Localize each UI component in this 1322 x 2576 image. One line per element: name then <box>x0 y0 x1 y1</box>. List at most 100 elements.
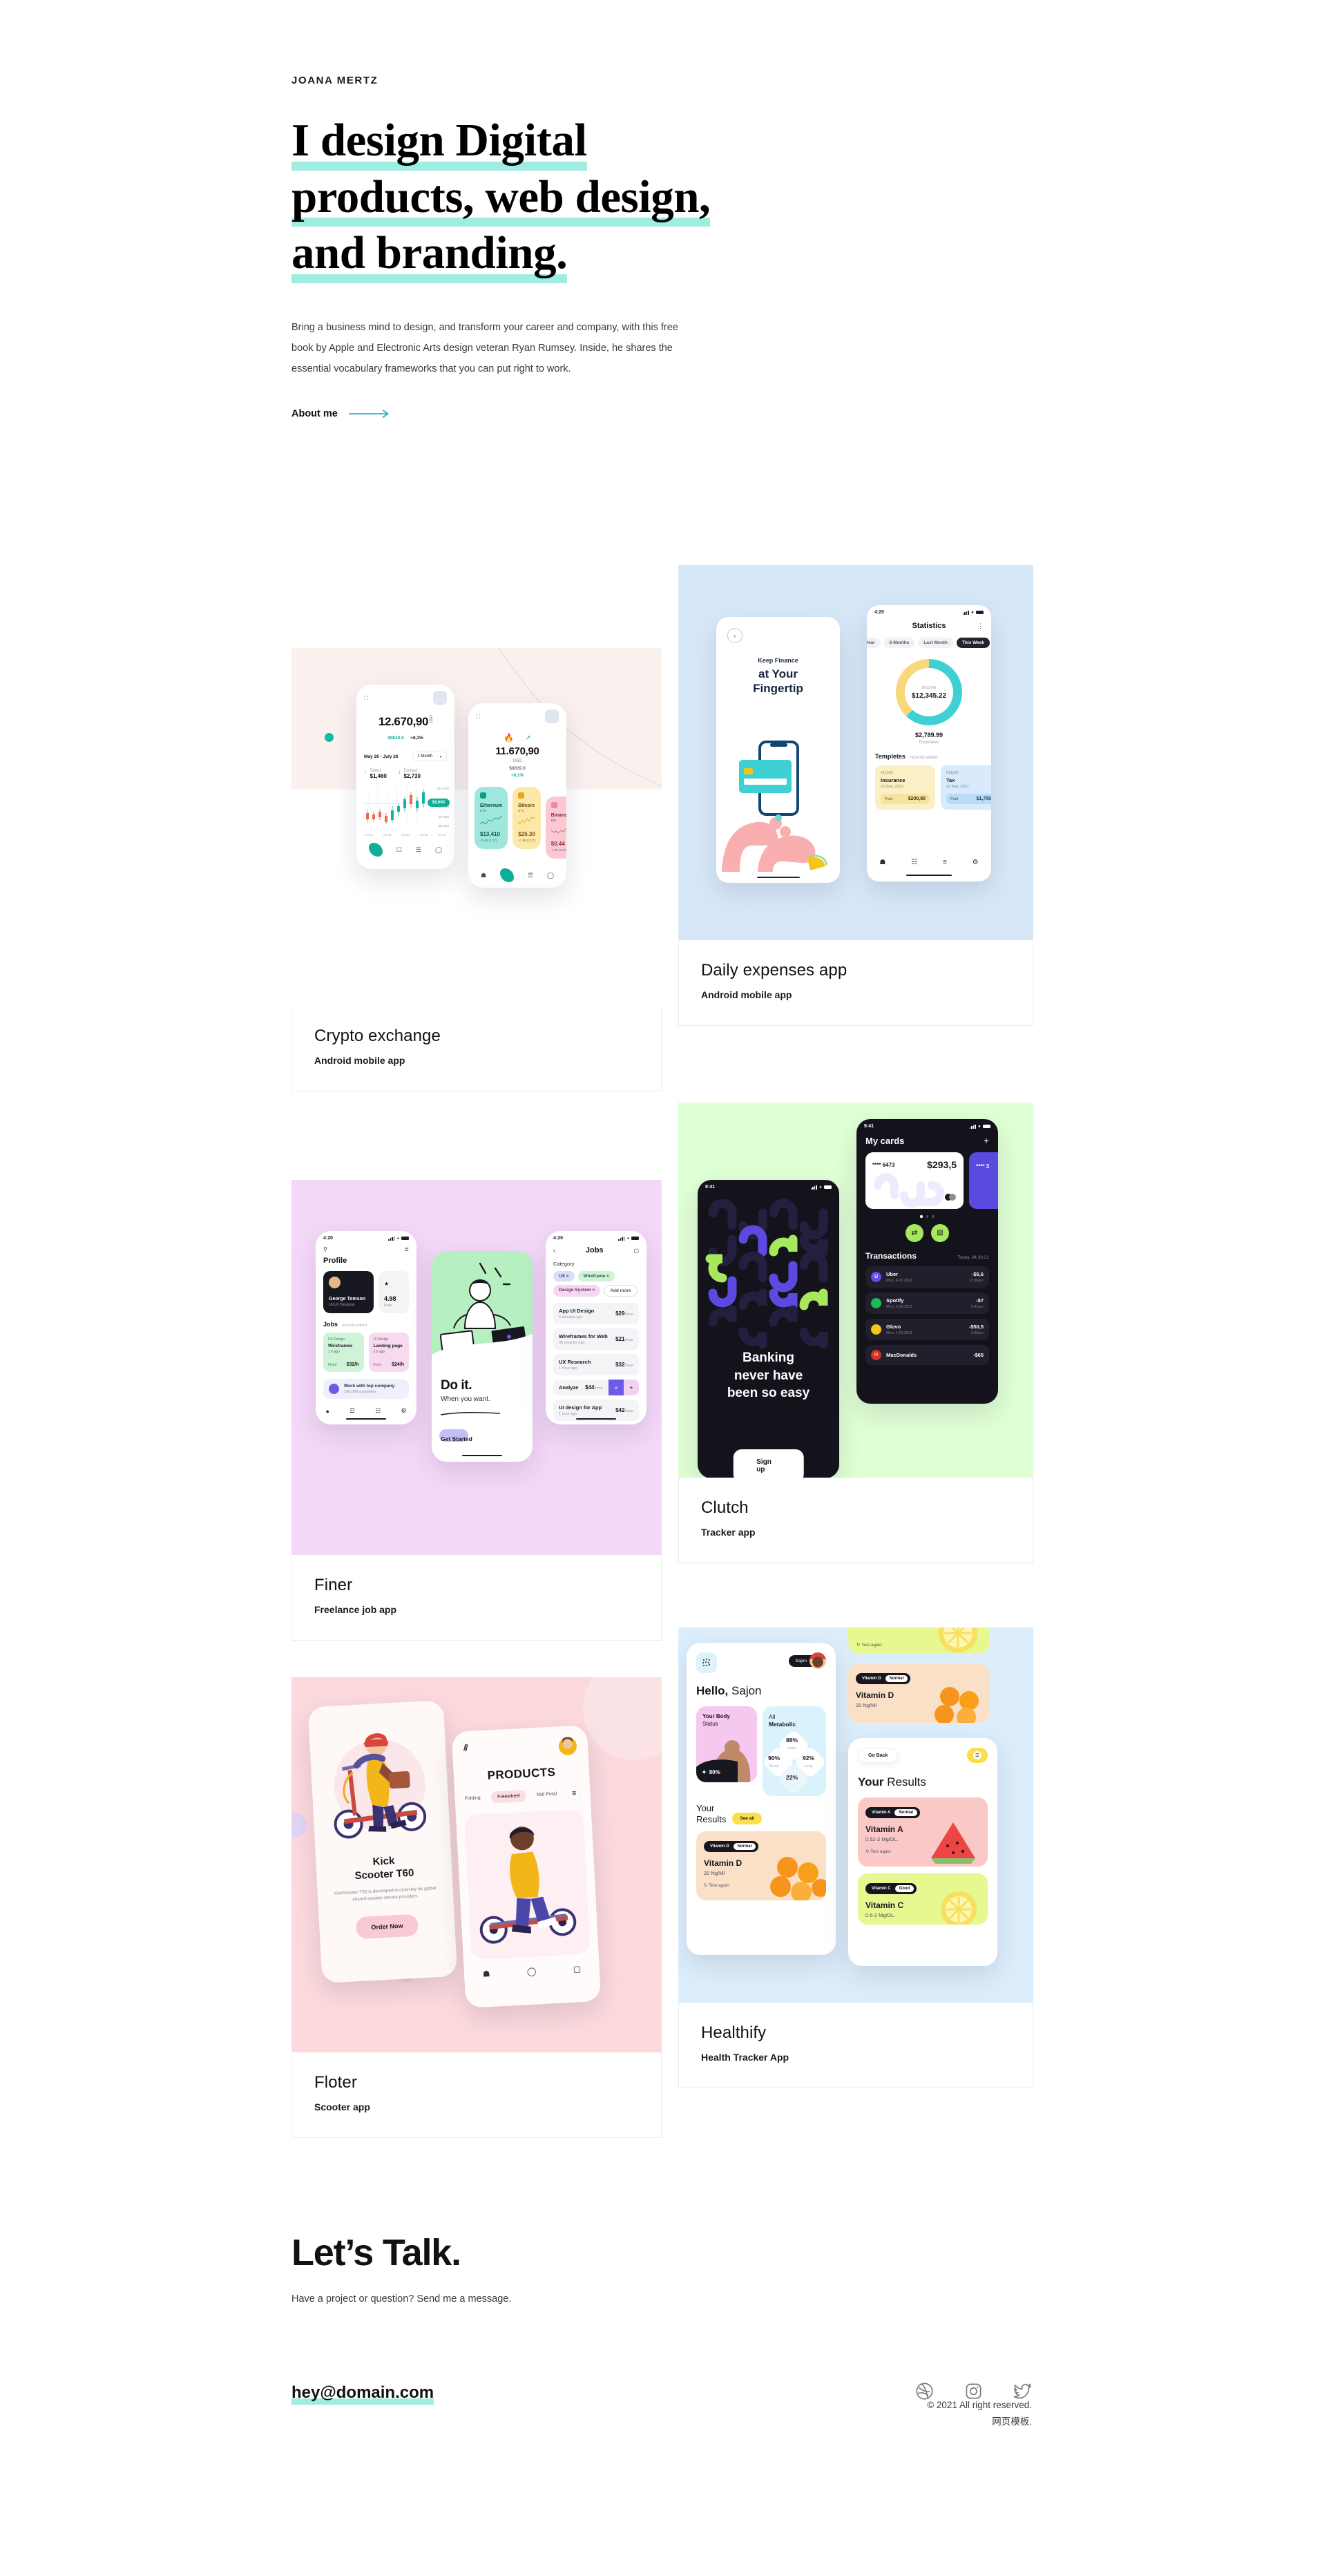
transaction-row[interactable]: M MacDonalds -$65 <box>865 1344 989 1365</box>
battery-icon <box>824 1185 832 1190</box>
chip-add-more[interactable]: Add more <box>604 1285 638 1297</box>
expenses-promo-small: Keep Finance <box>758 657 798 664</box>
project-meta: Crypto exchange Android mobile app <box>291 1006 662 1091</box>
hoverboard-rider-illustration <box>479 1826 577 1944</box>
headline-line-3: and branding. <box>291 225 568 284</box>
filter-icon[interactable]: ≣ <box>404 1246 409 1252</box>
project-meta: Finer Freelance job app <box>291 1555 662 1641</box>
screen-healthify-results: Go Back ☰ Your Results Vitamin A Normal V… <box>848 1738 997 1966</box>
bank-card-secondary[interactable]: **** 3 <box>969 1152 998 1209</box>
wifi-icon: ◕ <box>396 1236 399 1241</box>
transaction-list: U Uber Mon, 4.20.2021 -$5,6 12:30am Spotif… <box>856 1261 998 1365</box>
bookmark-icon[interactable]: ▢ <box>573 1964 581 1974</box>
get-started-button[interactable]: Get Started <box>439 1429 488 1444</box>
delete-button[interactable]: × <box>609 1380 624 1395</box>
card-icon[interactable]: ▨ <box>931 1223 949 1242</box>
transactions-date: Today, 04.20.21 <box>957 1254 989 1260</box>
metric-blood: 90% Blood <box>768 1755 780 1768</box>
search-icon[interactable]: ⚲ <box>323 1246 327 1252</box>
status-time: 9:41 <box>864 1124 874 1129</box>
signup-button[interactable]: Sign up <box>733 1449 804 1478</box>
project-thumbnail: Kick Scooter T60 KickScooter T60 is deve… <box>291 1677 662 2052</box>
filter-freewheel[interactable]: Freewheel <box>490 1789 527 1804</box>
project-card-clutch[interactable]: 9:41 ◕ Banking never have been so easy S… <box>678 1103 1033 1563</box>
filter-toggle[interactable]: ☰ <box>967 1748 988 1763</box>
email-link[interactable]: hey@domain.com <box>291 2383 434 2405</box>
job-listing-row[interactable]: App UI Design 5 minutes ago $29/hour <box>553 1303 639 1324</box>
tab-last-month[interactable]: Last Month <box>918 638 953 648</box>
status-bar: 9:41 ◕ <box>698 1180 839 1191</box>
phone-finer-jobs: 4:20 ◕ ‹ Jobs ▢ Category UX × Wireframe … <box>546 1231 646 1424</box>
bank-card-primary[interactable]: **** 6473 $293,5 <box>865 1152 964 1209</box>
decor-circle-purple <box>291 1813 307 1838</box>
project-subtitle: Tracker app <box>701 1527 756 1538</box>
card-carousel[interactable]: **** 6473 $293,5 **** 3 <box>856 1152 998 1209</box>
filter-folding[interactable]: Folding <box>465 1795 481 1801</box>
phone-floter-products: /// PRODUCTS Folding Freewheel Mid Petal… <box>451 1725 602 2008</box>
job-listing-row-swiped[interactable]: Analyze $44/hour × + <box>553 1380 639 1395</box>
add-card-icon[interactable]: + <box>984 1135 989 1146</box>
about-me-link[interactable]: About me <box>291 408 392 419</box>
battery-icon <box>401 1236 409 1241</box>
chip-ux[interactable]: UX × <box>553 1271 575 1281</box>
transfer-icon[interactable]: ⇄ <box>906 1223 923 1242</box>
project-meta: Daily expenses app Android mobile app <box>678 940 1033 1026</box>
project-title: Healthify <box>701 2023 767 2042</box>
home-indicator <box>576 1418 616 1420</box>
screen-title: Statistics <box>912 622 946 630</box>
project-card-floter[interactable]: Kick Scooter T60 KickScooter T60 is deve… <box>291 1677 662 2138</box>
order-now-button[interactable]: Order Now <box>355 1914 419 1939</box>
home-indicator <box>906 874 952 876</box>
expense-label: Expenses <box>919 740 939 745</box>
income-label: Income <box>921 685 937 690</box>
transaction-row[interactable]: U Uber Mon, 4.20.2021 -$5,6 12:30am <box>865 1266 989 1288</box>
see-all-button[interactable]: See all <box>732 1813 762 1825</box>
sort-icon[interactable]: ≣ <box>567 1786 582 1800</box>
bookmark-icon[interactable]: ▢ <box>633 1248 639 1254</box>
signal-icon <box>962 610 969 615</box>
results-title-bold: Your <box>858 1775 884 1788</box>
product-showcase <box>463 1809 591 1960</box>
menu-icon[interactable]: /// <box>463 1742 467 1753</box>
home-icon[interactable]: ☗ <box>482 1969 490 1979</box>
tab-6-months[interactable]: 6 Months <box>883 638 915 648</box>
filter-mid-petal[interactable]: Mid Petal <box>537 1792 557 1798</box>
go-back-button[interactable]: Go Back <box>858 1748 899 1763</box>
transaction-row[interactable]: Glovo Mon, 4.20.2021 -$50,5 2:35pm <box>865 1318 989 1340</box>
project-subtitle: Android mobile app <box>314 1055 405 1066</box>
chip-design-system[interactable]: Design System × <box>553 1285 601 1297</box>
category-chips[interactable]: UX × Wireframe × Design System × Add mor… <box>546 1267 646 1297</box>
tab-year[interactable]: Year <box>867 638 881 648</box>
copyright-block: © 2021 All right reserved. 网页模板. <box>291 2400 1032 2427</box>
stats-icon: ☰ <box>415 846 421 853</box>
project-card-daily-expenses-app[interactable]: ‹ Keep Finance at Your Fingertip 4:20 ◕ … <box>678 565 1033 1026</box>
project-card-finer[interactable]: 4:20 ◕ ⚲ ≣ Profile George Tomson UI/UX D… <box>291 1180 662 1641</box>
floter-tabbar[interactable]: ☗ ◯ ▢ <box>464 1963 600 1980</box>
wallet-icon: ☐ <box>396 846 402 853</box>
add-button[interactable]: + <box>624 1380 639 1395</box>
project-card-crypto-exchange[interactable]: 12.670,90USD $9839.8 +8,1% May 26 - July… <box>291 648 662 1091</box>
profile-icon[interactable]: ◯ <box>527 1966 537 1976</box>
quick-actions[interactable]: ⇄ ▨ <box>856 1223 998 1242</box>
hero-small-text: When you want. <box>441 1395 490 1403</box>
avatar[interactable] <box>558 1736 577 1756</box>
statistics-tabs[interactable]: Year 6 Months Last Month This Week <box>867 638 991 648</box>
transaction-row[interactable]: Spotify Mon, 4.20.2021 -$7 5:41pm <box>865 1292 989 1314</box>
job-listings: App UI Design 5 minutes ago $29/hour Wire… <box>546 1297 646 1421</box>
project-meta: Floter Scooter app <box>291 2052 662 2138</box>
footer-subheading: Have a project or question? Send me a me… <box>291 2293 512 2305</box>
grid-icon: ☷ <box>375 1407 381 1414</box>
product-filters[interactable]: Folding Freewheel Mid Petal ≣ <box>454 1786 591 1806</box>
project-card-healthify[interactable]: Sajon Hello, Sajon Your Body Status ✦ 80… <box>678 1628 1033 2088</box>
battery-icon <box>976 610 984 615</box>
signal-icon <box>618 1236 625 1241</box>
chip-wireframe[interactable]: Wireframe × <box>577 1271 615 1281</box>
back-icon[interactable]: ‹ <box>553 1247 555 1254</box>
job-listing-row[interactable]: UX Research 1 hour ago $32/hour <box>553 1354 639 1375</box>
more-icon[interactable]: ⋮ <box>977 622 984 630</box>
hero-illustration <box>432 1251 533 1367</box>
home-icon: ☗ <box>480 871 487 879</box>
tab-this-week[interactable]: This Week <box>956 638 990 648</box>
job-listing-row[interactable]: Wireframes for Web 30 minutes ago $21/hou… <box>553 1328 639 1350</box>
profile-person-card: George Tomson UI/UX Designer <box>323 1271 374 1313</box>
